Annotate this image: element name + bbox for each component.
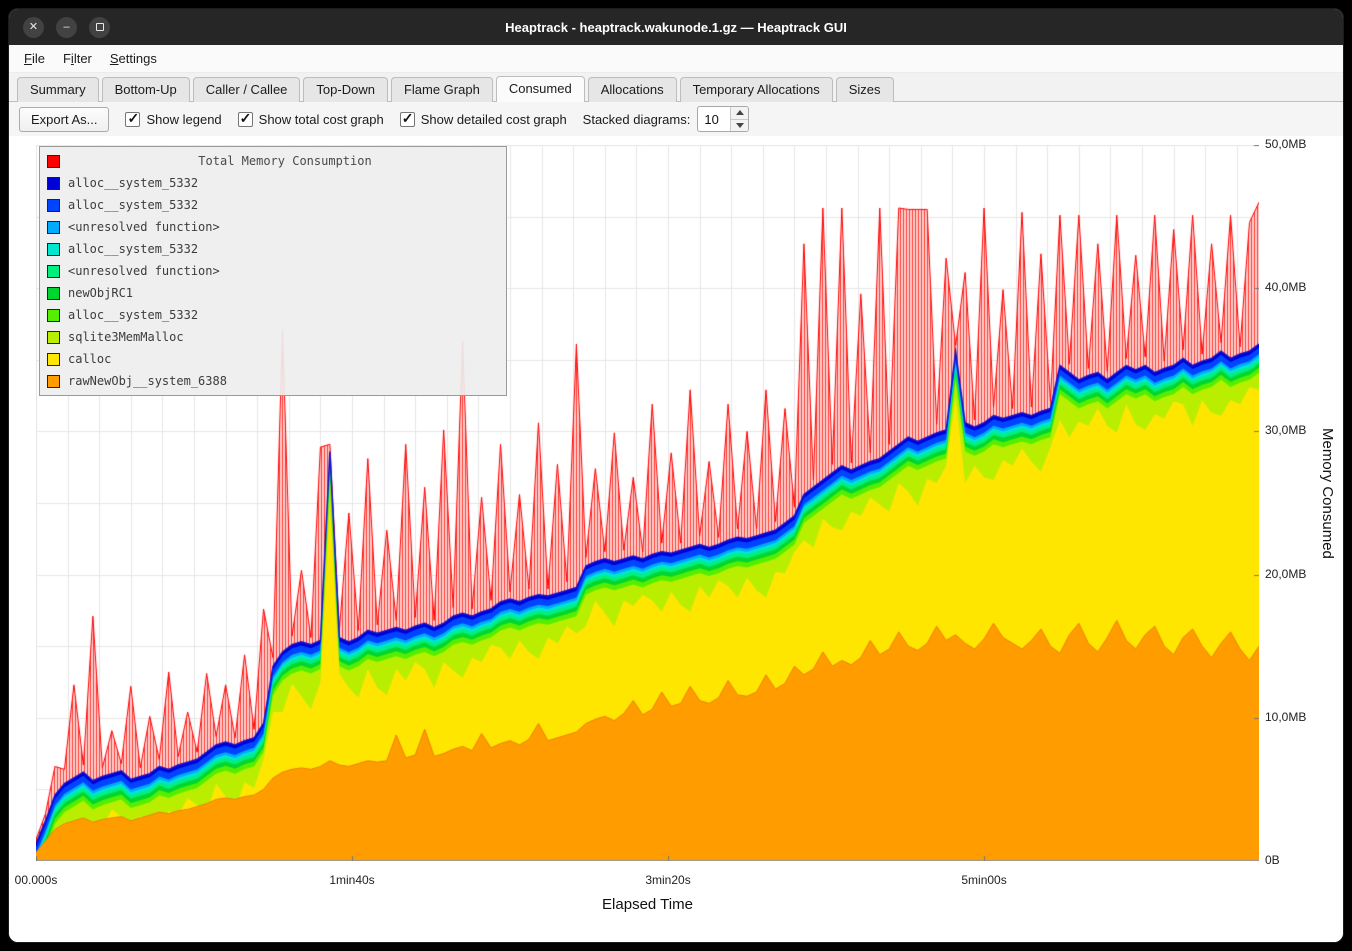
window-controls: ✕ – [23,9,110,45]
legend-item-rawnewobj-system-6388: rawNewObj__system_6388 [44,370,502,392]
maximize-button[interactable] [89,17,110,38]
legend-item-sqlite3memmalloc: sqlite3MemMalloc [44,326,502,348]
legend-swatch [47,221,60,234]
maximize-icon [96,23,104,31]
legend-swatch [47,243,60,256]
legend-label: <unresolved function> [68,264,220,278]
title-bar: ✕ – Heaptrack - heaptrack.wakunode.1.gz … [9,9,1343,45]
menu-filter[interactable]: Filter [54,47,101,70]
stacked-diagrams-label: Stacked diagrams: [583,112,691,127]
x-tick-label: 5min00s [939,873,1029,887]
y-tick-label: 10,0MB [1265,710,1327,726]
x-tick-label: 3min20s [623,873,713,887]
legend-label: alloc__system_5332 [68,242,198,256]
legend-item-unresolved-function: <unresolved function> [44,260,502,282]
legend-title-row: Total Memory Consumption [44,150,502,172]
legend-swatch [47,309,60,322]
legend-item-alloc-system-5332: alloc__system_5332 [44,172,502,194]
legend-item-calloc: calloc [44,348,502,370]
tab-temporary-allocations[interactable]: Temporary Allocations [680,77,833,102]
y-tick-label: 20,0MB [1265,567,1327,583]
legend-item-alloc-system-5332: alloc__system_5332 [44,194,502,216]
stacked-diagrams-control: Stacked diagrams: 10 [583,106,750,132]
x-axis-label: Elapsed Time [36,896,1259,913]
legend-label: alloc__system_5332 [68,176,198,190]
legend-swatch [47,177,60,190]
tab-flame-graph[interactable]: Flame Graph [391,77,493,102]
arrow-up-icon [736,110,744,115]
legend-swatch [47,287,60,300]
spin-up-button[interactable] [731,107,748,119]
checkbox-label: Show total cost graph [259,112,384,127]
tab-consumed[interactable]: Consumed [496,76,585,102]
tab-caller-callee[interactable]: Caller / Callee [193,77,301,102]
legend-label: sqlite3MemMalloc [68,330,184,344]
window-title: Heaptrack - heaptrack.wakunode.1.gz — He… [9,20,1343,35]
legend-entries: alloc__system_5332 alloc__system_5332 <unr… [44,172,502,392]
y-tick-label: 0B [1265,853,1327,869]
spinbox-buttons [730,107,748,131]
checkbox-checked-icon [238,112,253,127]
legend-swatch [47,375,60,388]
spin-down-button[interactable] [731,119,748,132]
legend-item-unresolved-function: <unresolved function> [44,216,502,238]
chart-legend: Total Memory Consumption alloc__system_5… [39,146,507,396]
y-tick-label: 40,0MB [1265,280,1327,296]
legend-label: <unresolved function> [68,220,220,234]
close-icon: ✕ [29,22,38,33]
menu-settings[interactable]: Settings [101,47,166,70]
legend-title-text: Total Memory Consumption [68,154,502,168]
legend-label: alloc__system_5332 [68,198,198,212]
checkbox-show-legend[interactable]: Show legend [125,112,221,127]
menu-file[interactable]: File [15,47,54,70]
tab-sizes[interactable]: Sizes [836,77,894,102]
toolbar-checkboxes: Show legend Show total cost graph Show det… [125,112,566,127]
stacked-diagrams-spinbox[interactable]: 10 [697,106,749,132]
stacked-diagrams-value: 10 [698,107,730,131]
legend-swatch [47,353,60,366]
toolbar: Export As... Show legend Show total cost … [9,102,1343,136]
checkbox-show-total-cost-graph[interactable]: Show total cost graph [238,112,384,127]
chart-area: Total Memory Consumption alloc__system_5… [9,136,1344,943]
close-button[interactable]: ✕ [23,17,44,38]
minimize-button[interactable]: – [56,17,77,38]
checkbox-show-detailed-cost-graph[interactable]: Show detailed cost graph [400,112,567,127]
checkbox-checked-icon [125,112,140,127]
checkbox-label: Show legend [146,112,221,127]
export-as-button[interactable]: Export As... [19,107,109,132]
x-tick-label: 1min40s [307,873,397,887]
y-tick-label: 30,0MB [1265,423,1327,439]
legend-label: rawNewObj__system_6388 [68,374,227,388]
y-axis-label: Memory Consumed [1319,428,1336,559]
minimize-icon: – [63,22,69,33]
legend-swatch [47,331,60,344]
menu-bar: FileFilterSettings [9,45,1343,73]
tab-bar: SummaryBottom-UpCaller / CalleeTop-DownF… [9,73,1343,102]
legend-item-alloc-system-5332: alloc__system_5332 [44,304,502,326]
tab-allocations[interactable]: Allocations [588,77,677,102]
y-tick-label: 50,0MB [1265,137,1327,153]
tab-top-down[interactable]: Top-Down [303,77,388,102]
legend-swatch-total [47,155,60,168]
legend-label: calloc [68,352,111,366]
legend-item-alloc-system-5332: alloc__system_5332 [44,238,502,260]
checkbox-label: Show detailed cost graph [421,112,567,127]
legend-swatch [47,199,60,212]
legend-item-newobjrc1: newObjRC1 [44,282,502,304]
legend-label: newObjRC1 [68,286,133,300]
x-tick-label: 00.000s [8,873,81,887]
arrow-down-icon [736,123,744,128]
tab-bottom-up[interactable]: Bottom-Up [102,77,190,102]
checkbox-checked-icon [400,112,415,127]
legend-label: alloc__system_5332 [68,308,198,322]
tab-summary[interactable]: Summary [17,77,99,102]
desktop-background: ✕ – Heaptrack - heaptrack.wakunode.1.gz … [0,0,1352,951]
legend-swatch [47,265,60,278]
app-window: ✕ – Heaptrack - heaptrack.wakunode.1.gz … [8,8,1344,943]
